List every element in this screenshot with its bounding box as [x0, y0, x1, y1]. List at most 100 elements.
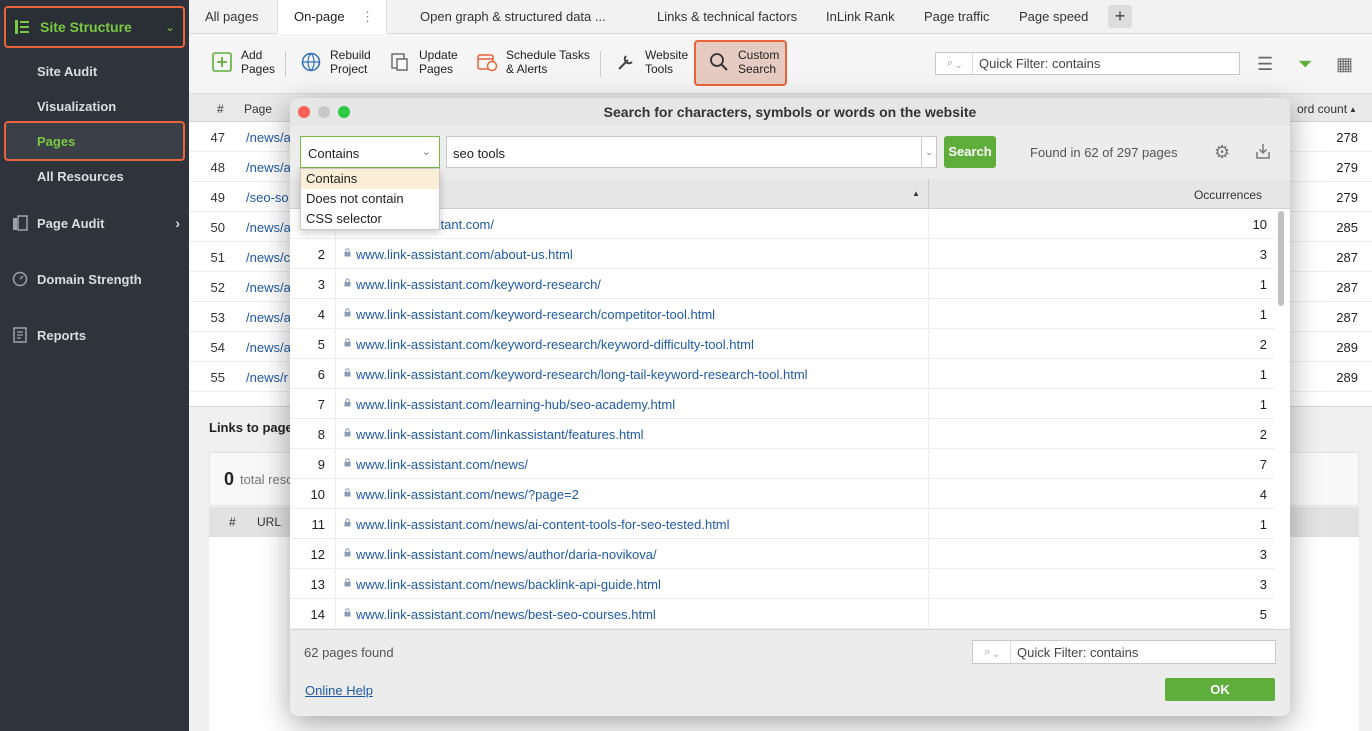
- online-help-link[interactable]: Online Help: [305, 683, 373, 698]
- search-icon[interactable]: ⌕ ⌄: [973, 641, 1011, 663]
- result-row[interactable]: 6 www.link-assistant.com/keyword-research…: [290, 359, 1274, 389]
- result-url-link[interactable]: www.link-assistant.com/keyword-research/…: [356, 367, 808, 382]
- row-page-link[interactable]: /news/c: [246, 250, 290, 265]
- result-row[interactable]: 13 www.link-assistant.com/news/backlink-a…: [290, 569, 1274, 599]
- sidebar-item-page-audit[interactable]: Page Audit ›: [12, 215, 180, 231]
- result-url-link[interactable]: www.link-assistant.com/learning-hub/seo-…: [356, 397, 675, 412]
- custom-search-button[interactable]: Custom Search: [694, 40, 787, 86]
- result-row[interactable]: 14 www.link-assistant.com/news/best-seo-c…: [290, 599, 1274, 629]
- filter-icon[interactable]: ⏷: [1298, 54, 1312, 75]
- add-pages-button[interactable]: Add Pages: [211, 48, 275, 76]
- option-does-not-contain[interactable]: Does not contain: [301, 189, 439, 209]
- result-number: 11: [311, 517, 326, 532]
- search-button[interactable]: Search: [944, 136, 996, 168]
- export-icon[interactable]: [1255, 142, 1271, 160]
- row-page-link[interactable]: /news/a: [246, 340, 291, 355]
- column-header-number[interactable]: #: [217, 102, 224, 116]
- result-url-link[interactable]: www.link-assistant.com/keyword-research/…: [356, 307, 715, 322]
- website-tools-button[interactable]: Website Tools: [615, 48, 688, 76]
- result-number: 3: [317, 277, 325, 292]
- row-page-link[interactable]: /seo-so: [246, 190, 289, 205]
- tab-page-speed[interactable]: Page speed: [1019, 9, 1088, 24]
- zoom-window-button[interactable]: [338, 106, 350, 118]
- column-header-occurrences[interactable]: Occurrences: [1194, 188, 1262, 202]
- result-row[interactable]: 5 www.link-assistant.com/keyword-research…: [290, 329, 1274, 359]
- chevron-down-icon: ⌄: [421, 146, 431, 158]
- result-row[interactable]: 10 www.link-assistant.com/news/?page=2 4: [290, 479, 1274, 509]
- sidebar-header-site-structure[interactable]: Site Structure ⌄: [4, 6, 185, 48]
- option-css-selector[interactable]: CSS selector: [301, 209, 439, 229]
- sidebar-item-all-resources[interactable]: All Resources: [37, 169, 124, 184]
- tab-on-page[interactable]: On-page ⋮: [277, 0, 387, 34]
- update-pages-button[interactable]: Update Pages: [389, 48, 458, 76]
- result-url-link[interactable]: www.link-assistant.com/news/backlink-api…: [356, 577, 661, 592]
- sidebar-item-pages[interactable]: Pages: [4, 121, 185, 161]
- lock-icon: [344, 398, 351, 407]
- result-url-link[interactable]: www.link-assistant.com/linkassistant/fea…: [356, 427, 644, 442]
- tab-open-graph[interactable]: Open graph & structured data ...: [420, 9, 606, 24]
- tab-on-page-label: On-page: [294, 9, 345, 24]
- result-url-link[interactable]: www.link-assistant.com/news/: [356, 457, 528, 472]
- results-quick-filter[interactable]: ⌕ ⌄ Quick Filter: contains: [972, 640, 1276, 664]
- condition-select[interactable]: Contains ⌄: [300, 136, 440, 168]
- result-row[interactable]: 9 www.link-assistant.com/news/7: [290, 449, 1274, 479]
- toolbar-divider: [285, 51, 286, 77]
- tab-menu-icon[interactable]: ⋮: [361, 9, 374, 25]
- sidebar-item-domain-strength[interactable]: Domain Strength: [12, 271, 180, 287]
- result-url-link[interactable]: www.link-assistant.com/keyword-research/…: [356, 337, 754, 352]
- column-header-page[interactable]: Page: [244, 102, 272, 116]
- result-row[interactable]: 3 www.link-assistant.com/keyword-research…: [290, 269, 1274, 299]
- results-scrollbar[interactable]: [1277, 211, 1285, 627]
- tab-links-technical[interactable]: Links & technical factors: [657, 9, 797, 24]
- row-page-link[interactable]: /news/r: [246, 370, 288, 385]
- close-window-button[interactable]: [298, 106, 310, 118]
- search-icon[interactable]: ⌕ ⌄: [936, 53, 973, 74]
- condition-value: Contains: [308, 146, 360, 161]
- links-col-number[interactable]: #: [229, 515, 236, 529]
- result-row[interactable]: 2 www.link-assistant.com/about-us.html 3: [290, 239, 1274, 269]
- add-tab-button[interactable]: +: [1108, 5, 1132, 28]
- history-dropdown-icon[interactable]: ⌄: [921, 137, 936, 167]
- result-row[interactable]: 12 www.link-assistant.com/news/author/dar…: [290, 539, 1274, 569]
- result-url-link[interactable]: www.link-assistant.com/keyword-research/: [356, 277, 601, 292]
- sidebar-item-reports[interactable]: Reports: [12, 327, 180, 343]
- result-url-link[interactable]: www.link-assistant.com/news/author/daria…: [356, 547, 657, 562]
- sidebar-item-pages-label: Pages: [37, 134, 76, 149]
- result-url-link[interactable]: www.link-assistant.com/news/best-seo-cou…: [356, 607, 656, 622]
- column-header-word-count[interactable]: ord count: [1297, 102, 1347, 116]
- result-occurrences: 1: [1259, 307, 1267, 322]
- result-number: 5: [317, 337, 325, 352]
- result-row[interactable]: 4 www.link-assistant.com/keyword-research…: [290, 299, 1274, 329]
- sort-asc-icon[interactable]: ▲: [912, 189, 920, 198]
- globe-icon: [301, 52, 321, 72]
- result-row[interactable]: 7 www.link-assistant.com/learning-hub/seo…: [290, 389, 1274, 419]
- row-page-link[interactable]: /news/a: [246, 310, 291, 325]
- columns-icon[interactable]: ▦: [1336, 54, 1353, 75]
- row-page-link[interactable]: /news/a: [246, 160, 291, 175]
- result-url-link[interactable]: www.link-assistant.com/about-us.html: [356, 247, 573, 262]
- list-view-icon[interactable]: ☰: [1257, 54, 1273, 75]
- result-url-link[interactable]: www.link-assistant.com/news/ai-content-t…: [356, 517, 730, 532]
- result-url-link[interactable]: www.link-assistant.com/news/?page=2: [356, 487, 579, 502]
- tab-all-pages[interactable]: All pages: [205, 9, 258, 24]
- tab-inlink-rank[interactable]: InLink Rank: [826, 9, 895, 24]
- sidebar-item-visualization[interactable]: Visualization: [37, 99, 116, 114]
- result-row[interactable]: 11 www.link-assistant.com/news/ai-content…: [290, 509, 1274, 539]
- row-page-link[interactable]: /news/a: [246, 130, 291, 145]
- sidebar-item-site-audit[interactable]: Site Audit: [37, 64, 97, 79]
- tab-page-traffic[interactable]: Page traffic: [924, 9, 990, 24]
- row-page-link[interactable]: /news/a: [246, 280, 291, 295]
- option-contains[interactable]: Contains: [301, 169, 439, 189]
- search-query-value: seo tools: [453, 146, 506, 161]
- search-query-input[interactable]: seo tools ⌄: [446, 136, 937, 168]
- row-page-link[interactable]: /news/a: [246, 220, 291, 235]
- rebuild-project-button[interactable]: Rebuild Project: [300, 48, 371, 76]
- result-row[interactable]: 8 www.link-assistant.com/linkassistant/fe…: [290, 419, 1274, 449]
- quick-filter[interactable]: ⌕ ⌄ Quick Filter: contains: [935, 52, 1240, 75]
- scrollbar-thumb[interactable]: [1278, 211, 1284, 306]
- links-col-url[interactable]: URL: [257, 515, 281, 529]
- gear-icon[interactable]: ⚙: [1214, 142, 1230, 163]
- minimize-window-button[interactable]: [318, 106, 330, 118]
- ok-button[interactable]: OK: [1165, 678, 1275, 701]
- schedule-tasks-button[interactable]: Schedule Tasks & Alerts: [476, 48, 590, 76]
